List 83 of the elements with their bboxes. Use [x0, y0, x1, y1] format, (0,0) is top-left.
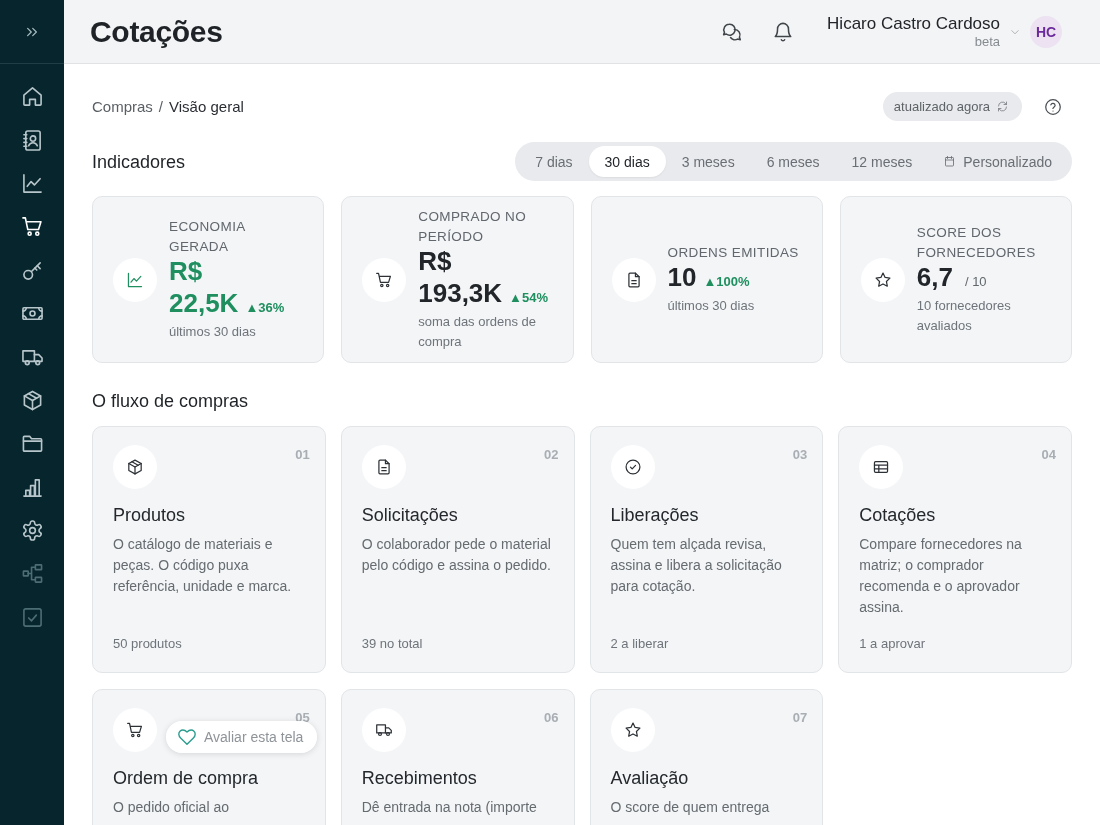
step-number: 01: [295, 447, 310, 462]
step-number: 06: [544, 710, 559, 725]
step-number: 02: [544, 447, 559, 462]
kpi-note: soma das ordens de compra: [418, 313, 538, 351]
kpi-change: ▲54%: [509, 290, 548, 305]
help-icon[interactable]: [1045, 98, 1061, 115]
step-title: Recebimentos: [361, 767, 478, 790]
user-role: beta: [974, 33, 1000, 50]
key-icon[interactable]: [21, 259, 43, 281]
step-number: 07: [792, 710, 808, 725]
kpi-value: R$ 22,5K: [169, 256, 239, 318]
step-count: 1 a aprovar: [859, 635, 926, 653]
step-title: Liberações: [610, 504, 700, 527]
section-title: O fluxo de compras: [92, 390, 250, 413]
kpi-value: R$ 193,3K: [418, 246, 503, 308]
step-description: Quem tem alçada revisa, assina e libera a solicitação para cotação.: [610, 535, 783, 596]
period-tab[interactable]: 3 meses: [665, 146, 751, 177]
table-icon: [859, 445, 904, 489]
heart-icon: [178, 728, 196, 746]
step-card[interactable]: 03 Liberações Quem tem alçada revisa, assina e libera a solicitação para cotação. 2 a liberar: [589, 426, 824, 673]
step-number: 04: [1041, 447, 1056, 462]
truck-icon: [361, 708, 406, 752]
kpi-label: ECONOMIA GERADA: [169, 218, 246, 256]
bar-chart-icon[interactable]: [21, 476, 43, 498]
step-title: Produtos: [113, 504, 187, 527]
step-description: Dê entrada na nota (importe: [361, 798, 538, 817]
kpi-change: ▲36%: [245, 300, 285, 315]
period-tab[interactable]: 12 meses: [835, 146, 929, 177]
kpi-note: últimos 30 dias: [169, 323, 257, 341]
period-tab[interactable]: 7 dias: [519, 146, 589, 177]
settings-icon[interactable]: [21, 520, 43, 542]
line-chart-icon[interactable]: [21, 172, 43, 194]
chat-icon[interactable]: [722, 21, 743, 42]
step-number: 03: [792, 447, 808, 462]
step-description: O colaborador pede o material pelo código e assina o pedido.: [361, 535, 552, 575]
step-title: Ordem de compra: [113, 767, 260, 790]
section-title: Indicadores: [92, 150, 186, 174]
kpi-change: ▲100%: [703, 274, 750, 289]
kpi-note: 10 fornecedores avaliados: [916, 297, 1012, 335]
breadcrumb-separator: /: [158, 98, 164, 115]
calendar-icon: [944, 156, 956, 167]
refresh-icon: [997, 101, 1008, 112]
step-card[interactable]: 06 Recebimentos Dê entrada na nota (importe: [340, 689, 575, 825]
kpi-label: COMPRADO NO PERÍODO: [418, 208, 528, 246]
page-title: Cotações: [90, 14, 223, 49]
step-description: O pedido oficial ao: [113, 798, 230, 817]
step-title: Cotações: [859, 504, 937, 527]
breadcrumb-current: Visão geral: [169, 98, 244, 115]
step-card[interactable]: 04 Cotações Compare fornecedores na matriz; o comprador recomenda e o aprovador assina. 1 a aprovar: [838, 426, 1072, 673]
period-tab[interactable]: 30 dias: [588, 146, 666, 177]
step-description: O score de quem entrega: [610, 798, 771, 817]
kpi-value: 10: [667, 262, 697, 292]
document-icon: [361, 445, 406, 489]
step-title: Avaliação: [610, 767, 690, 790]
box-icon[interactable]: [21, 389, 43, 411]
kpi-label: ORDENS EMITIDAS: [667, 244, 800, 262]
contact-book-icon[interactable]: [21, 129, 43, 151]
kpi-label: SCORE DOS FORNECEDORES: [916, 224, 1037, 262]
updated-status-button[interactable]: atualizado agora: [882, 92, 1022, 121]
check-circle-icon: [610, 445, 655, 489]
kpi-note: últimos 30 dias: [667, 297, 756, 315]
step-card[interactable]: 02 Solicitações O colaborador pede o material pelo código e assina o pedido. 39 no total: [340, 426, 575, 673]
step-description: Compare fornecedores na matriz; o comprador recomenda e o aprovador assina.: [859, 535, 1023, 617]
step-count: 39 no total: [361, 635, 424, 653]
step-title: Solicitações: [361, 504, 459, 527]
step-description: O catálogo de materiais e peças. O código puxa referência, unidade e marca.: [113, 535, 293, 596]
kpi-scale: / 10: [964, 274, 987, 289]
box-icon: [113, 445, 157, 489]
bell-icon[interactable]: [773, 21, 794, 42]
step-count: 2 a liberar: [610, 635, 670, 653]
step-card[interactable]: 07 Avaliação O score de quem entrega: [589, 689, 824, 825]
kpi-value: 6,7: [916, 262, 953, 292]
cart-icon[interactable]: [21, 216, 43, 238]
step-card[interactable]: 01 Produtos O catálogo de materiais e peças. O código puxa referência, unidade e marca. 50 produtos: [92, 426, 326, 673]
user-avatar[interactable]: HC: [1030, 15, 1062, 48]
home-icon[interactable]: [21, 86, 43, 108]
cart-icon: [113, 708, 157, 752]
step-count: 50 produtos: [113, 635, 183, 653]
folder-icon[interactable]: [21, 433, 43, 455]
period-tab[interactable]: 6 meses: [750, 146, 836, 177]
user-name: Hicaro Castro Cardoso: [827, 13, 1000, 34]
breadcrumb-link[interactable]: Compras: [92, 98, 153, 115]
period-tab[interactable]: Personalizado: [928, 146, 1068, 177]
